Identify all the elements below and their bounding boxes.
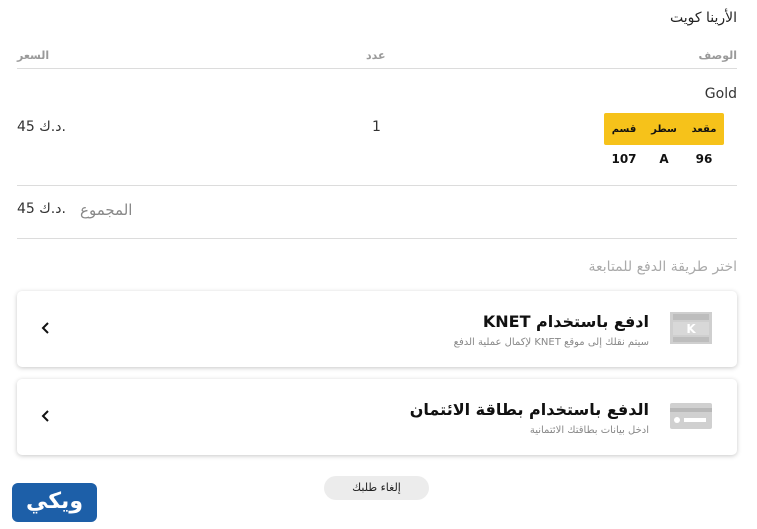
knet-logo-icon: K <box>670 312 712 344</box>
choose-payment-label: اختر طريقة الدفع للمتابعة <box>588 259 737 275</box>
chevron-left-icon <box>39 320 53 336</box>
divider <box>17 238 737 239</box>
ticket-class: Gold <box>704 86 737 102</box>
column-header-quantity: عدد <box>366 49 386 62</box>
pay-credit-card-subtitle: ادخل بيانات بطاقتك الائتمانية <box>529 425 649 436</box>
watermark-logo: ويكي <box>12 483 97 522</box>
total-label: المجموع <box>80 201 133 219</box>
venue-name: الأرينا كويت <box>669 10 737 26</box>
seat-header-row: سطر <box>651 123 677 135</box>
pay-knet-title: ادفع باستخدام KNET <box>482 312 649 331</box>
seat-header-seat: مقعد <box>691 123 717 135</box>
column-header-description: الوصف <box>698 49 737 62</box>
total-value: 45 د.ك. <box>17 201 66 217</box>
column-header-price: السعر <box>17 49 50 62</box>
seat-value-section: 107 <box>611 152 637 166</box>
seat-info-header: مقعد سطر قسم <box>604 113 724 145</box>
divider <box>17 68 737 69</box>
seat-header-section: قسم <box>611 123 637 135</box>
pay-credit-card-title: الدفع باستخدام بطاقة الائتمان <box>409 400 649 419</box>
seat-info-values: 96 A 107 <box>604 145 724 173</box>
pay-credit-card-button[interactable]: الدفع باستخدام بطاقة الائتمان ادخل بيانا… <box>17 379 737 455</box>
cancel-order-button[interactable]: إلغاء طلبك <box>324 476 429 500</box>
seat-value-row: A <box>659 152 669 166</box>
item-quantity: 1 <box>372 119 381 135</box>
seat-value-seat: 96 <box>695 152 713 166</box>
seat-info: مقعد سطر قسم 96 A 107 <box>604 113 724 173</box>
pay-knet-button[interactable]: K ادفع باستخدام KNET سيتم نقلك إلى موقع … <box>17 291 737 367</box>
svg-text:K: K <box>686 322 696 336</box>
item-price: 45 د.ك. <box>17 119 66 135</box>
credit-card-icon <box>670 400 712 432</box>
divider <box>17 185 737 186</box>
chevron-left-icon <box>39 408 53 424</box>
pay-knet-subtitle: سيتم نقلك إلى موقع KNET لإكمال عملية الد… <box>453 337 649 348</box>
